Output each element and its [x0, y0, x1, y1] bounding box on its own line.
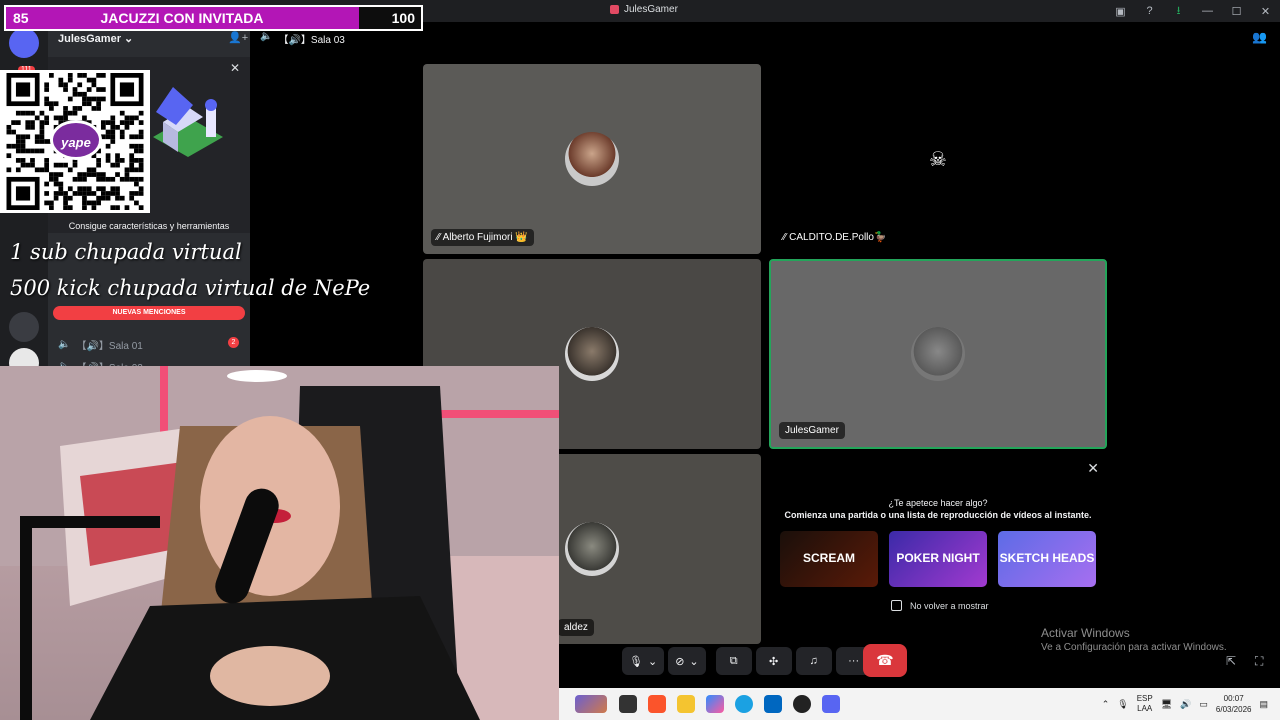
- streamer-webcam-image: [0, 366, 559, 720]
- participant-tile-speaking[interactable]: JulesGamer: [769, 259, 1107, 449]
- obs-icon[interactable]: [793, 695, 811, 713]
- overlay-text-line2: 500 kick chupada virtual de NePe: [10, 276, 371, 300]
- edge-icon[interactable]: [735, 695, 753, 713]
- voice-channel-header: 🔈 【🔊】Sala 03: [260, 31, 345, 46]
- participant-nametag: JulesGamer: [779, 422, 845, 439]
- hangup-button[interactable]: ☎: [863, 644, 907, 677]
- goal-title: JACUZZI CON INVITADA: [100, 10, 264, 26]
- fullscreen-icon[interactable]: ⛶: [1255, 654, 1263, 669]
- activity-card-poker-night[interactable]: POKER NIGHT: [889, 531, 987, 587]
- goal-progress-bar: 85 JACUZZI CON INVITADA 100: [4, 5, 423, 31]
- game-app-icon[interactable]: [575, 695, 607, 713]
- voice-channel-name: 【🔊】Sala 03: [278, 35, 345, 46]
- brave-icon[interactable]: [648, 695, 666, 713]
- activity-card-scream[interactable]: SCREAM: [780, 531, 878, 587]
- invite-icon[interactable]: 👥: [1252, 30, 1270, 48]
- volume-icon[interactable]: 🔊: [1180, 699, 1191, 710]
- yape-logo-icon: yape: [50, 120, 102, 160]
- soundboard-icon: ♫: [809, 655, 818, 667]
- network-icon[interactable]: 🖥: [1161, 699, 1172, 710]
- goal-end-value: 100: [391, 10, 415, 26]
- chevron-up-icon[interactable]: ⌃: [1102, 699, 1110, 710]
- webcam-overlay: [0, 366, 559, 720]
- promo-text: Consigue características y herramientas: [68, 221, 230, 231]
- activities-icon: ✣: [769, 655, 779, 668]
- app-icon[interactable]: [619, 695, 637, 713]
- qr-code: yape: [0, 70, 150, 213]
- avatar: ☠: [911, 132, 965, 186]
- mic-icon[interactable]: 🎙: [1117, 699, 1128, 710]
- call-controls: 🎙 ⌄ ⊘ ⌄ ⧉ ✣ ♫ ···: [622, 647, 872, 675]
- discord-logo-icon: [610, 5, 619, 14]
- windows-taskbar: ⌃ 🎙 ESP LAA 🖥 🔊 ▭ 00:07 6/03/2026 ▤: [559, 688, 1280, 720]
- server-icon[interactable]: [9, 312, 39, 342]
- screen-share-icon: ⧉: [729, 654, 738, 667]
- server-name[interactable]: JulesGamer ⌄: [58, 32, 133, 45]
- participant-tile[interactable]: ☠ ⁄⁄ CALDITO.DE.Pollo🦆: [769, 64, 1107, 254]
- participant-nametag: ⁄⁄ CALDITO.DE.Pollo🦆: [783, 232, 887, 243]
- soundboard-button[interactable]: ♫: [795, 647, 832, 675]
- channel-sala-01[interactable]: 🔈 【🔊】Sala 01 2: [58, 337, 239, 352]
- participant-nametag: ⁄⁄ Alberto Fujimori 👑: [431, 229, 534, 246]
- store-icon[interactable]: [764, 695, 782, 713]
- speaker-icon: 🔈: [58, 339, 71, 350]
- download-icon[interactable]: ⭳: [1164, 2, 1193, 21]
- maximize-icon[interactable]: ☐: [1222, 5, 1251, 18]
- mic-icon: 🎙: [629, 655, 643, 668]
- dont-show-again[interactable]: No volver a mostrar: [891, 600, 989, 611]
- activities-button[interactable]: ✣: [755, 647, 792, 675]
- popout-icon[interactable]: ⇱: [1226, 654, 1236, 668]
- activity-card-sketch-heads[interactable]: SKETCH HEADS: [998, 531, 1096, 587]
- close-icon[interactable]: ✕: [230, 61, 240, 75]
- windows-activation-watermark: Activar Windows Ve a Configuración para …: [1041, 626, 1227, 653]
- language-indicator[interactable]: ESP LAA: [1137, 694, 1153, 714]
- close-icon[interactable]: ✕: [1087, 460, 1099, 477]
- camera-button[interactable]: ⊘ ⌄: [668, 647, 706, 675]
- participant-nametag: aldez: [558, 619, 594, 636]
- activity-question: ¿Te apetece hacer algo?: [888, 498, 988, 508]
- screen-share-button[interactable]: ⧉: [715, 647, 752, 675]
- chevron-down-icon: ⌄: [124, 33, 134, 45]
- more-icon: ···: [848, 655, 860, 667]
- speaker-icon: 🔈: [260, 31, 273, 42]
- discord-icon[interactable]: [822, 695, 840, 713]
- dont-show-checkbox[interactable]: [891, 600, 902, 611]
- copilot-icon[interactable]: [706, 695, 724, 713]
- clock[interactable]: 00:07 6/03/2026: [1216, 693, 1252, 715]
- camera-off-icon: ⊘: [675, 655, 685, 668]
- house-illustration-icon: [153, 87, 223, 157]
- overlay-text-line1: 1 sub chupada virtual: [10, 240, 242, 264]
- add-user-icon[interactable]: 👤+: [228, 31, 248, 44]
- server-icon[interactable]: [9, 28, 39, 58]
- system-tray: ⌃ 🎙 ESP LAA 🖥 🔊 ▭ 00:07 6/03/2026 ▤: [1102, 688, 1280, 720]
- help-icon[interactable]: ?: [1135, 5, 1164, 17]
- new-mentions-pill[interactable]: NUEVAS MENCIONES: [53, 306, 245, 320]
- file-explorer-icon[interactable]: [677, 695, 695, 713]
- chevron-down-icon: ⌄: [647, 655, 658, 668]
- avatar: [565, 522, 619, 576]
- window-title: JulesGamer: [624, 4, 678, 15]
- avatar: [565, 327, 619, 381]
- screen: JulesGamer ▣ ? ⭳ — ☐ ✕ 111 JulesGamer ⌄ …: [0, 0, 1280, 720]
- activity-suggestions: ✕ ¿Te apetece hacer algo? Comienza una p…: [769, 454, 1107, 644]
- app-title: JulesGamer: [610, 4, 678, 15]
- notification-icon[interactable]: ▤: [1259, 699, 1268, 710]
- activity-subtitle: Comienza una partida o una lista de repr…: [784, 510, 1092, 520]
- close-icon[interactable]: ✕: [1251, 5, 1280, 18]
- minimize-icon[interactable]: —: [1193, 5, 1222, 17]
- avatar: [565, 132, 619, 186]
- inbox-icon[interactable]: ▣: [1106, 5, 1135, 18]
- participant-tile[interactable]: ⁄⁄ Alberto Fujimori 👑: [423, 64, 761, 254]
- window-controls: ▣ ? ⭳ — ☐ ✕: [1106, 0, 1280, 22]
- battery-icon[interactable]: ▭: [1199, 699, 1208, 710]
- mic-button[interactable]: 🎙 ⌄: [622, 647, 665, 675]
- channel-badge: 2: [228, 337, 239, 348]
- avatar: [911, 327, 965, 381]
- phone-hangup-icon: ☎: [876, 652, 894, 668]
- chevron-down-icon: ⌄: [689, 655, 699, 668]
